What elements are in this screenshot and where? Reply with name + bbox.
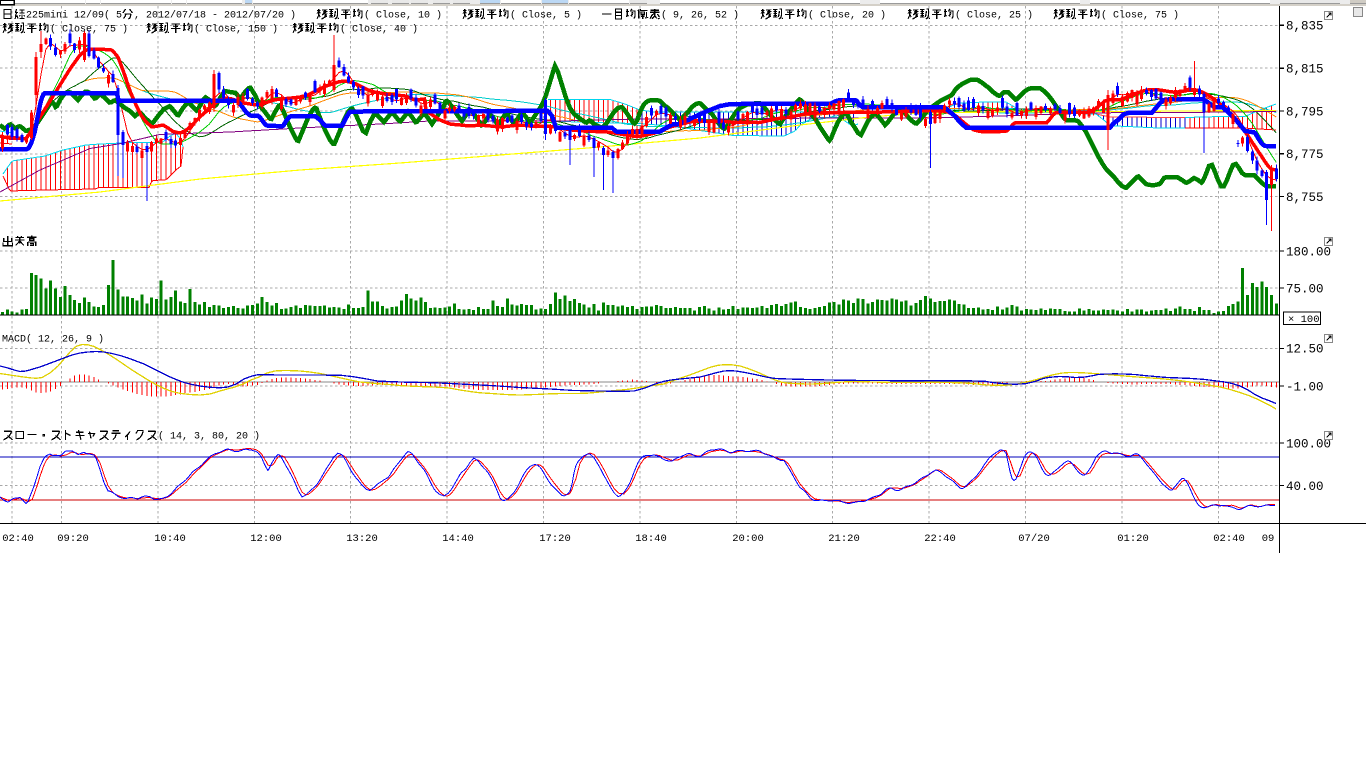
svg-text:21:20: 21:20 [828, 533, 860, 545]
svg-text:( Close, 75 ): ( Close, 75 ) [50, 24, 128, 36]
svg-text:17:20: 17:20 [539, 533, 571, 545]
svg-text:( 9, 26, 52 ): ( 9, 26, 52 ) [661, 10, 739, 22]
svg-text:( Close, 20 ): ( Close, 20 ) [808, 10, 886, 22]
svg-text:22:40: 22:40 [924, 533, 956, 545]
svg-text:-1.00: -1.00 [1286, 380, 1324, 394]
svg-text:225mini 12/09( 5: 225mini 12/09( 5 [26, 10, 122, 22]
svg-text:8,755: 8,755 [1286, 191, 1324, 205]
svg-text:8,835: 8,835 [1286, 20, 1324, 34]
svg-text:40.00: 40.00 [1286, 480, 1324, 494]
svg-text:75.00: 75.00 [1286, 282, 1324, 296]
svg-text:01:20: 01:20 [1117, 533, 1149, 545]
svg-text:8,775: 8,775 [1286, 148, 1324, 162]
svg-text:09:20: 09:20 [57, 533, 89, 545]
svg-text:( Close, 40 ): ( Close, 40 ) [340, 24, 418, 36]
svg-text:( Close, 5 ): ( Close, 5 ) [510, 10, 582, 22]
svg-text:180.00: 180.00 [1286, 245, 1331, 259]
svg-text:10:40: 10:40 [154, 533, 186, 545]
svg-text:( Close, 150 ): ( Close, 150 ) [194, 24, 278, 36]
svg-text:12.50: 12.50 [1286, 343, 1324, 357]
svg-text:( Close, 75 ): ( Close, 75 ) [1101, 10, 1179, 22]
svg-text:( Close, 25 ): ( Close, 25 ) [955, 10, 1033, 22]
svg-text:× 100: × 100 [1288, 314, 1320, 326]
svg-text:02:40: 02:40 [1213, 533, 1245, 545]
svg-text:09: 09 [1262, 533, 1275, 545]
svg-text:14:40: 14:40 [442, 533, 474, 545]
svg-text:20:00: 20:00 [732, 533, 764, 545]
svg-text:8,815: 8,815 [1286, 63, 1324, 77]
svg-text:18:40: 18:40 [635, 533, 667, 545]
svg-text:( 14, 3, 80, 20 ): ( 14, 3, 80, 20 ) [158, 431, 260, 443]
svg-text:13:20: 13:20 [346, 533, 378, 545]
svg-text:MACD( 12, 26, 9 ): MACD( 12, 26, 9 ) [2, 334, 104, 346]
svg-text:( Close, 10 ): ( Close, 10 ) [364, 10, 442, 22]
svg-text:02:40: 02:40 [2, 533, 34, 545]
svg-text:, 2012/07/18 - 2012/07/20 ): , 2012/07/18 - 2012/07/20 ) [134, 10, 296, 22]
svg-text:12:00: 12:00 [250, 533, 282, 545]
svg-text:8,795: 8,795 [1286, 105, 1324, 119]
svg-text:07/20: 07/20 [1018, 533, 1050, 545]
